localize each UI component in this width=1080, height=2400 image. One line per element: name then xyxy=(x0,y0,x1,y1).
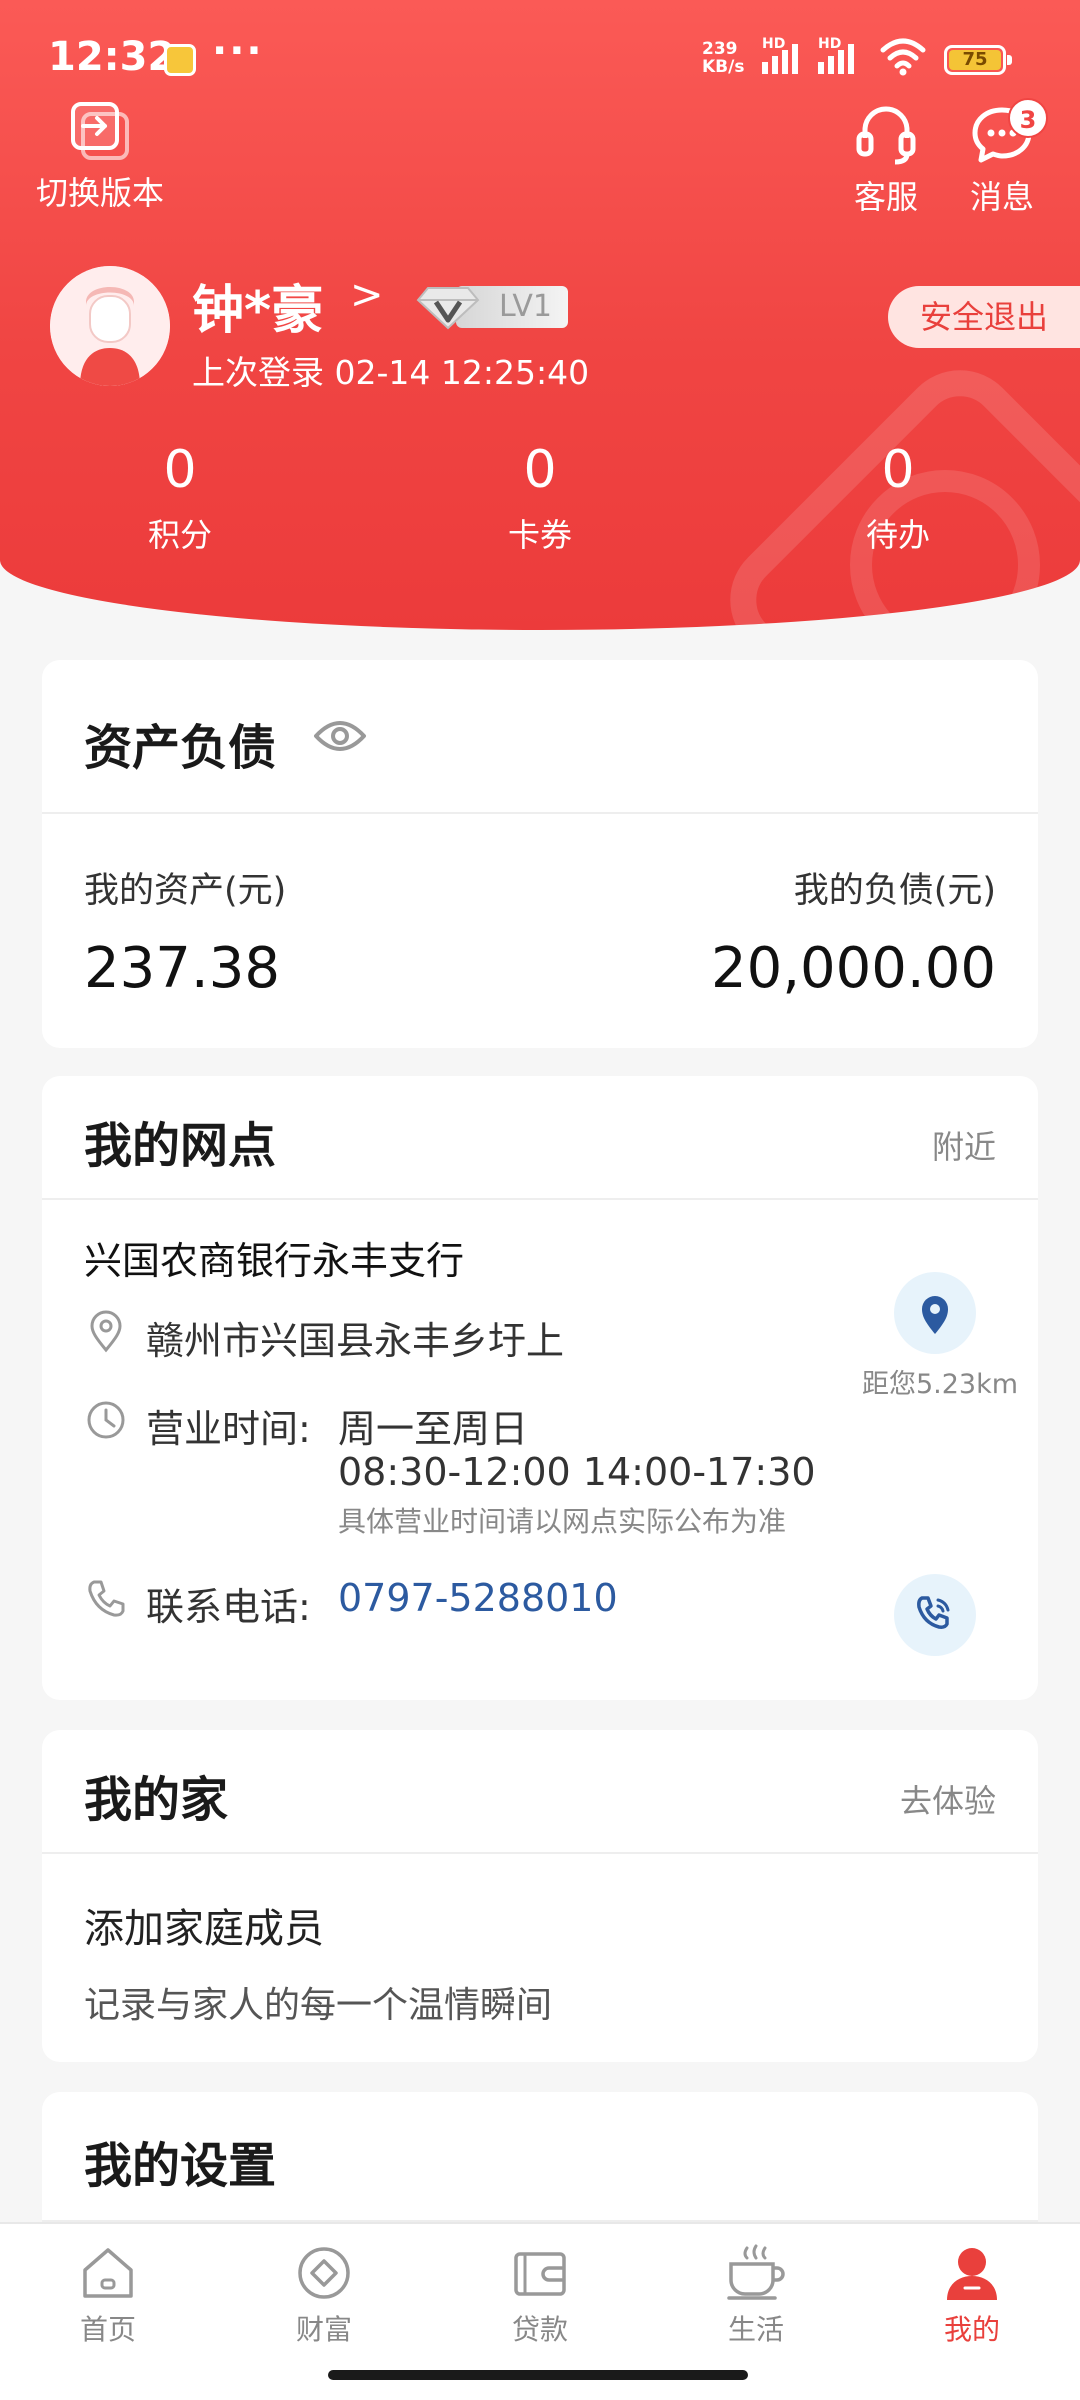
hours-label: 营业时间: xyxy=(146,1407,311,1451)
switch-version-icon xyxy=(71,102,129,160)
last-login-time: 上次登录 02-14 12:25:40 xyxy=(192,353,590,392)
nav-home[interactable]: 首页 xyxy=(38,2242,178,2348)
wealth-icon xyxy=(298,2247,350,2299)
family-description: 记录与家人的每一个温情瞬间 xyxy=(84,1985,553,2026)
nav-life[interactable]: 生活 xyxy=(686,2242,826,2348)
phone-label: 联系电话: xyxy=(146,1585,311,1629)
hours-times: 08:30-12:00 14:00-17:30 xyxy=(338,1450,816,1494)
diamond-icon xyxy=(416,287,480,330)
headset-icon xyxy=(856,106,916,165)
logout-button[interactable]: 安全退出 xyxy=(888,286,1080,348)
assets-card-title: 资产负债 xyxy=(84,720,277,776)
points-value: 0 xyxy=(163,440,197,500)
clock-icon xyxy=(87,1401,125,1439)
nav-wealth[interactable]: 财富 xyxy=(254,2242,394,2348)
customer-service-button[interactable]: 客服 xyxy=(846,102,926,218)
user-avatar-icon xyxy=(50,266,170,386)
switch-version-button[interactable]: 切换版本 xyxy=(30,98,170,214)
signal-1-icon: HD xyxy=(762,36,798,74)
messages-label: 消息 xyxy=(969,178,1034,216)
status-bar: 12:32 ··· 239 KB/s HD HD 75 xyxy=(0,0,1080,110)
home-icon xyxy=(83,2248,133,2298)
chevron-right-icon[interactable]: > xyxy=(350,272,384,318)
todo-label: 待办 xyxy=(865,516,930,554)
profile-header: 12:32 ··· 239 KB/s HD HD 75 切换版本 客服 3 消息… xyxy=(0,0,1080,630)
points-stat[interactable]: 0 积分 xyxy=(80,440,280,556)
coupons-label: 卡券 xyxy=(507,516,572,554)
branch-card-header: 我的网点 附近 xyxy=(42,1076,1038,1200)
nav-wealth-label: 财富 xyxy=(295,2313,352,2346)
branch-address: 赣州市兴国县永丰乡圩上 xyxy=(146,1319,565,1363)
nav-mine-label: 我的 xyxy=(943,2313,1000,2346)
assets-liabilities-card: 资产负债 我的资产(元) 237.38 我的负债(元) 20,000.00 xyxy=(42,660,1038,1048)
coffee-cup-icon xyxy=(727,2244,785,2300)
branch-distance: 距您5.23km xyxy=(861,1369,1019,1400)
branch-name: 兴国农商银行永丰支行 xyxy=(84,1239,465,1283)
nav-loans[interactable]: 贷款 xyxy=(470,2242,610,2348)
try-it-link[interactable]: 去体验 xyxy=(900,1776,996,1822)
person-icon xyxy=(947,2248,997,2300)
nav-loans-label: 贷款 xyxy=(511,2313,568,2346)
my-liabilities-label: 我的负债(元) xyxy=(793,871,996,911)
messages-button[interactable]: 3 消息 xyxy=(962,98,1048,218)
battery-icon: 75 xyxy=(944,45,1012,75)
location-pin-icon xyxy=(90,1310,122,1353)
more-notifications-icon: ··· xyxy=(212,28,264,74)
branch-phone[interactable]: 0797-5288010 xyxy=(338,1576,618,1620)
hours-days: 周一至周日 xyxy=(338,1407,529,1451)
status-time: 12:32 xyxy=(48,34,176,80)
gallery-notification-icon xyxy=(164,44,196,76)
user-name[interactable]: 钟*豪 xyxy=(192,268,323,343)
family-card-header: 我的家 去体验 xyxy=(42,1730,1038,1854)
my-assets-label: 我的资产(元) xyxy=(84,871,287,911)
assets-card-header: 资产负债 xyxy=(42,660,1038,814)
eye-icon[interactable] xyxy=(312,716,368,756)
phone-icon xyxy=(88,1580,125,1617)
my-family-card: 我的家 去体验 添加家庭成员 记录与家人的每一个温情瞬间 xyxy=(42,1730,1038,2062)
points-label: 积分 xyxy=(147,516,212,554)
my-assets-value[interactable]: 237.38 xyxy=(84,936,280,1001)
map-pin-icon xyxy=(922,1296,948,1334)
nav-mine[interactable]: 我的 xyxy=(902,2242,1042,2348)
message-count-badge: 3 xyxy=(1008,98,1048,138)
nearby-link[interactable]: 附近 xyxy=(932,1122,996,1168)
navigate-button[interactable] xyxy=(894,1272,976,1354)
hd-label: HD xyxy=(762,36,786,52)
call-button[interactable] xyxy=(894,1574,976,1656)
avatar[interactable] xyxy=(50,266,170,386)
todo-stat[interactable]: 0 待办 xyxy=(798,440,998,556)
call-phone-icon xyxy=(917,1596,950,1629)
my-liabilities-value[interactable]: 20,000.00 xyxy=(711,936,996,1001)
signal-2-icon: HD xyxy=(818,36,854,74)
network-speed-value: 239 xyxy=(702,39,738,59)
coupons-value: 0 xyxy=(523,440,557,500)
settings-card-title: 我的设置 xyxy=(84,2138,277,2194)
coupons-stat[interactable]: 0 卡券 xyxy=(440,440,640,556)
hours-note: 具体营业时间请以网点实际公布为准 xyxy=(338,1505,787,1538)
branch-card-title: 我的网点 xyxy=(84,1118,277,1174)
add-family-member[interactable]: 添加家庭成员 xyxy=(84,1896,324,1954)
wallet-icon xyxy=(514,2252,566,2296)
nav-life-label: 生活 xyxy=(727,2313,784,2346)
nav-home-label: 首页 xyxy=(79,2313,136,2346)
customer-service-label: 客服 xyxy=(853,178,918,216)
network-speed-unit: KB/s xyxy=(702,57,745,77)
wifi-icon xyxy=(880,38,926,76)
network-speed: 239 KB/s xyxy=(702,40,744,76)
my-branch-card: 我的网点 附近 兴国农商银行永丰支行 赣州市兴国县永丰乡圩上 距您5.23km … xyxy=(42,1076,1038,1700)
hd-label-2: HD xyxy=(818,36,842,52)
switch-version-label: 切换版本 xyxy=(35,174,164,212)
my-settings-card: 我的设置 xyxy=(42,2092,1038,2222)
battery-level: 75 xyxy=(949,50,1001,70)
todo-value: 0 xyxy=(881,440,915,500)
family-card-title: 我的家 xyxy=(84,1772,229,1828)
home-indicator[interactable] xyxy=(328,2370,748,2380)
member-level-badge[interactable]: LV1 xyxy=(416,282,568,332)
